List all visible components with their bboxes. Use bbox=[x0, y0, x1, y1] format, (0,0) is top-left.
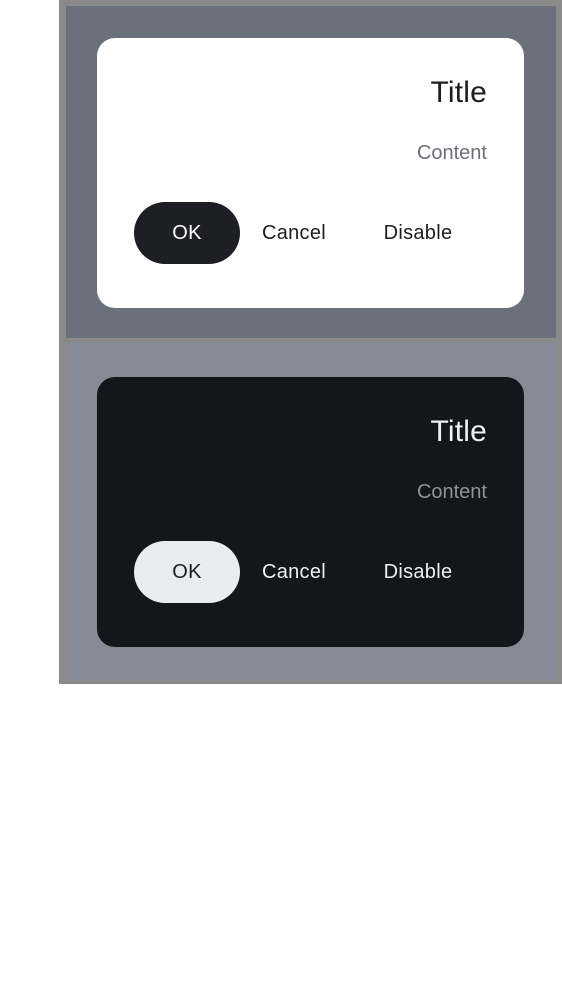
cancel-button[interactable]: Cancel bbox=[249, 202, 339, 264]
dark-alert-dialog: Title Content OK Cancel Disable bbox=[97, 377, 524, 647]
ok-button[interactable]: OK bbox=[134, 541, 240, 603]
dialog-content: Content bbox=[416, 142, 487, 164]
cancel-button[interactable]: Cancel bbox=[249, 541, 339, 603]
ok-button[interactable]: OK bbox=[134, 202, 240, 264]
dialog-title: Title bbox=[430, 76, 487, 109]
disable-button[interactable]: Disable bbox=[368, 541, 468, 603]
disable-button[interactable]: Disable bbox=[368, 202, 468, 264]
light-alert-dialog: Title Content OK Cancel Disable bbox=[97, 38, 524, 308]
dialog-content: Content bbox=[416, 481, 487, 503]
dialog-title: Title bbox=[430, 415, 487, 448]
